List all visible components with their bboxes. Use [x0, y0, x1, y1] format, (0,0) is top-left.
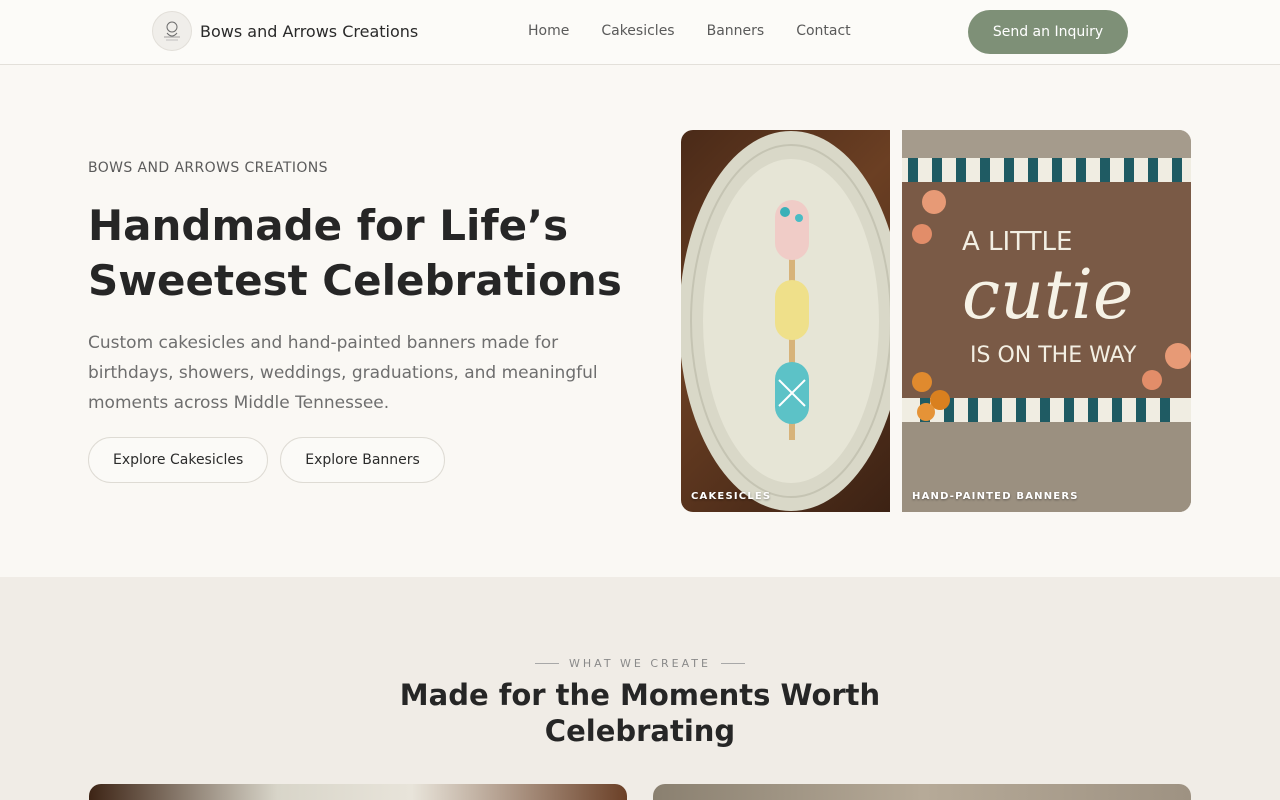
explore-cakesicles-button[interactable]: Explore Cakesicles — [88, 437, 269, 483]
banner-text-line3: IS ON THE WAY — [970, 343, 1137, 368]
top-navigation: Bows and Arrows Creations Home Cakesicle… — [0, 0, 1280, 65]
nav-link-cakesicles[interactable]: Cakesicles — [601, 23, 674, 39]
brand[interactable]: Bows and Arrows Creations — [152, 11, 418, 51]
banners-card-image[interactable] — [653, 784, 1191, 800]
hero-description: Custom cakesicles and hand-painted banne… — [88, 333, 598, 413]
send-inquiry-button[interactable]: Send an Inquiry — [968, 10, 1128, 54]
nav-link-contact[interactable]: Contact — [796, 23, 850, 39]
banner-text-line2: cutie — [962, 256, 1133, 335]
brand-logo-icon — [152, 11, 192, 51]
brand-name: Bows and Arrows Creations — [200, 21, 419, 41]
banners-image-label: HAND-PAINTED BANNERS — [912, 491, 1079, 502]
explore-banners-button[interactable]: Explore Banners — [280, 437, 445, 483]
hero-buttons: Explore Cakesicles Explore Banners — [88, 437, 445, 483]
eyebrow-divider-right — [720, 663, 745, 664]
banner-illustration: A LITTLE cutie IS ON THE WAY — [902, 130, 1191, 512]
what-we-create-section: WHAT WE CREATE Made for the Moments Wort… — [0, 577, 1280, 800]
banners-image[interactable]: A LITTLE cutie IS ON THE WAY HAND-PAINTE… — [902, 130, 1191, 512]
hero-title-line1: Handmade for Life’s — [88, 201, 569, 250]
hero-eyebrow: BOWS AND ARROWS CREATIONS — [88, 160, 328, 176]
section-eyebrow-text: WHAT WE CREATE — [569, 657, 711, 670]
section-title-line1: Made for the Moments Worth — [399, 678, 881, 712]
nav-links: Home Cakesicles Banners Contact — [528, 23, 851, 39]
cakesicles-card-image[interactable] — [89, 784, 627, 800]
hero-title-line2: Sweetest Celebrations — [88, 256, 622, 305]
eyebrow-divider-left — [535, 663, 559, 664]
cakesicles-plate-illustration — [681, 131, 890, 511]
section-title: Made for the Moments Worth Celebrating — [0, 677, 1280, 749]
cakesicles-image[interactable]: CAKESICLES — [681, 130, 890, 512]
banner-text-line1: A LITTLE — [962, 227, 1072, 257]
hero-title: Handmade for Life’s Sweetest Celebration… — [88, 198, 648, 308]
nav-link-home[interactable]: Home — [528, 23, 569, 39]
section-title-line2: Celebrating — [544, 714, 736, 748]
nav-link-banners[interactable]: Banners — [707, 23, 765, 39]
cakesicles-image-label: CAKESICLES — [691, 491, 772, 502]
section-eyebrow: WHAT WE CREATE — [0, 657, 1280, 670]
